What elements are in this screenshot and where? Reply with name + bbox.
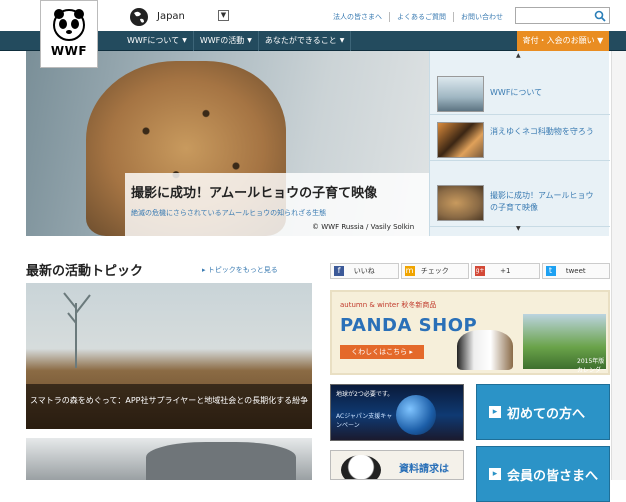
hero-side-list: ▲ WWFについて 消えゆくネコ科動物を守ろう 撮影に成功！アムールヒョウの子育… <box>429 51 610 236</box>
banner-kicker: autumn & winter 秋冬新商品 <box>340 301 437 309</box>
panda-icon <box>53 9 85 41</box>
facebook-like-button[interactable]: f いいね <box>330 263 399 279</box>
wwf-logo[interactable]: WWF <box>40 0 98 68</box>
google-plus-icon: g+ <box>475 266 485 276</box>
animals-image <box>457 330 513 370</box>
chevron-right-icon: ▸ <box>489 406 501 418</box>
calendar-label: 2015年版カレンダー <box>577 358 608 374</box>
chevron-down-icon: ▼ <box>339 37 345 44</box>
search-input[interactable] <box>515 7 610 24</box>
donate-button[interactable]: 寄付・入会のお願い ▼ <box>517 31 609 51</box>
news-card-sumatra[interactable]: スマトラの森をめぐって：APP社サプライヤーと地域社会との長期化する紛争 <box>26 283 312 429</box>
region-label: Japan <box>157 11 185 22</box>
region-dropdown-icon[interactable]: ▼ <box>218 10 229 21</box>
earth-image <box>396 395 436 435</box>
nav-about[interactable]: WWFについて ▼ <box>121 31 194 51</box>
first-visitors-button[interactable]: ▸ 初めての方へ <box>476 384 610 440</box>
hero-subtitle[interactable]: 絶滅の危機にさらされているアムールヒョウの知られざる生態 <box>131 208 326 218</box>
link-corporate[interactable]: 法人の皆さまへ <box>326 12 389 22</box>
logo-text: WWF <box>50 44 88 58</box>
top-links: 法人の皆さまへ よくあるご質問 お問い合わせ <box>326 12 510 22</box>
google-plus-button[interactable]: g+ +1 <box>471 263 540 279</box>
twitter-icon: t <box>545 266 556 276</box>
ad-headline: 地球が2つ必要です。 <box>336 391 394 398</box>
link-faq[interactable]: よくあるご質問 <box>389 12 453 22</box>
scroll-up-icon[interactable]: ▲ <box>516 52 521 59</box>
news-title[interactable]: スマトラの森をめぐって：APP社サプライヤーと地域社会との長期化する紛争 <box>30 394 310 407</box>
mixi-icon: m <box>404 266 415 276</box>
chevron-down-icon: ▼ <box>182 37 187 44</box>
banner-title: PANDA SHOP <box>340 315 478 336</box>
more-topics-link[interactable]: ▸ トピックをもっと見る <box>202 265 278 275</box>
section-title: 最新の活動トピック <box>26 264 144 279</box>
nav-activities[interactable]: WWFの活動 ▼ <box>194 31 259 51</box>
panda-image <box>341 455 381 479</box>
chevron-right-icon: ▸ <box>489 468 501 480</box>
scroll-down-icon[interactable]: ▼ <box>516 225 521 232</box>
doc-request-label: 資料請求は <box>399 464 449 475</box>
ac-japan-ad[interactable]: 地球が2つ必要です。 ACジャパン支援キャンペーン <box>330 384 464 441</box>
leopard-thumbnail <box>437 185 484 221</box>
side-item-about[interactable]: WWFについて <box>430 69 610 115</box>
banner-details-button[interactable]: くわしくはこちら ▸ <box>340 345 424 359</box>
share-bar: f いいね m チェック g+ +1 t tweet <box>330 263 610 279</box>
page-scrollbar[interactable] <box>611 51 626 480</box>
elephant-image <box>146 442 296 480</box>
tiger-thumbnail <box>437 122 484 158</box>
search-icon[interactable] <box>594 10 606 22</box>
link-contact[interactable]: お問い合わせ <box>453 12 510 22</box>
tweet-button[interactable]: t tweet <box>541 263 610 279</box>
mixi-check-button[interactable]: m チェック <box>400 263 469 279</box>
hero-slide[interactable]: 撮影に成功！アムールヒョウの子育て映像 絶滅の危機にさらされているアムールヒョウ… <box>26 51 429 236</box>
panda-shop-banner[interactable]: autumn & winter 秋冬新商品 PANDA SHOP くわしくはこち… <box>330 290 610 375</box>
tree-silhouette <box>63 292 91 368</box>
globe-icon <box>130 8 148 26</box>
chevron-down-icon: ▼ <box>247 37 252 44</box>
members-button[interactable]: ▸ 会員の皆さまへ <box>476 446 610 502</box>
side-item-cats[interactable]: 消えゆくネコ科動物を守ろう <box>430 115 610 161</box>
facebook-icon: f <box>334 266 344 276</box>
news-card-elephant[interactable] <box>26 438 312 480</box>
photo-credit: © WWF Russia / Vasily Solkin <box>312 223 415 231</box>
nav-you-can-do[interactable]: あなたができること ▼ <box>259 31 352 51</box>
hero-title[interactable]: 撮影に成功！アムールヒョウの子育て映像 <box>131 182 377 201</box>
ad-body: ACジャパン支援キャンペーン <box>336 413 393 429</box>
birds-thumbnail <box>437 76 484 112</box>
document-request-ad[interactable]: 資料請求は <box>330 450 464 480</box>
side-item-leopard[interactable]: 撮影に成功！アムールヒョウの子育て映像 <box>430 161 610 227</box>
